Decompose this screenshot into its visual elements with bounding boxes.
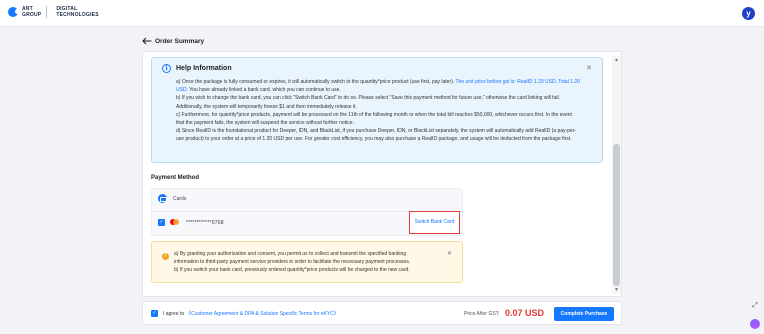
agreement-row: ✓ I agree to 《Customer Agreement & DPA &… [151,310,339,317]
help-title: Help Information [176,65,232,72]
logo-text-ant-group: ANT GROUP [22,6,42,18]
card-checkbox[interactable]: ✓ [158,219,165,226]
warning-icon: ! [162,253,169,260]
logo-text-digital-technologies: DIGITAL TECHNOLOGIES [56,6,99,18]
complete-purchase-button[interactable]: Complete Purchase [554,307,614,321]
agree-checkbox[interactable]: ✓ [151,310,158,317]
help-paragraph-a: a) Once the package is fully consumed or… [176,79,580,94]
page-title: Order Summary [155,37,205,45]
unit-price-link[interactable]: The unit price before gst is: [456,79,516,85]
cards-label: Cards [173,195,187,202]
customer-agreement-link[interactable]: 《Customer Agreement & DPA & Solution Spe… [186,310,339,317]
scroll-down-icon[interactable]: ▼ [613,287,620,293]
mastercard-icon [170,219,180,226]
back-to-previous-link[interactable]: Order Summary [142,37,204,45]
warning-paragraph-b: b) If you switch your bank card, previou… [174,266,410,273]
expand-icon[interactable]: ⤢ [750,301,760,311]
price-after-gst-label: Price After GST: [464,311,500,317]
help-body: a) Once the package is fully consumed or… [176,78,581,144]
close-icon[interactable]: ✕ [586,64,592,72]
authorization-warning-box: ! ✕ a) By granting your authorization an… [151,241,463,283]
top-navigation-bar: ANT GROUP DIGITAL TECHNOLOGIES y [0,0,764,27]
close-icon[interactable]: ✕ [447,250,452,257]
saved-card-item[interactable]: ✓ ************0768 [158,219,224,226]
warning-body: a) By granting your authorization and co… [174,251,429,274]
warning-paragraph-a: a) By granting your authorization and co… [174,251,411,265]
agree-label: I agree to [163,310,185,317]
logo-divider [46,6,48,18]
switch-bank-card-button[interactable]: Switch Bank Card [409,211,460,234]
scroll-up-icon[interactable]: ▲ [613,57,620,63]
total-price: 0.07 USD [505,308,545,318]
scroll-thumb[interactable] [613,144,620,286]
payment-method-title: Payment Method [151,175,200,181]
ant-group-logo[interactable]: ANT GROUP DIGITAL TECHNOLOGIES [8,6,99,18]
assistant-icon[interactable] [750,319,760,329]
purchase-footer-bar: ✓ I agree to 《Customer Agreement & DPA &… [142,301,622,325]
help-paragraph-d: d) Since RealID is the foundational prod… [176,128,577,143]
realid-price-link[interactable]: RealID 1.20 USD, [517,79,557,85]
help-paragraph-b: b) If you wish to change the bank card, … [176,95,560,110]
arrow-left-icon[interactable] [142,37,152,45]
help-paragraph-c: c) Furthermore, for quantity*price produ… [176,111,572,127]
info-icon: i [162,64,171,73]
help-information-box: i Help Information ✕ a) Once the package… [151,57,603,163]
user-avatar[interactable]: y [742,7,755,20]
masked-card-number: ************0768 [186,219,224,226]
scrollbar[interactable]: ▲ ▼ [612,56,621,294]
credit-card-icon [158,194,167,203]
ant-logo-mark-icon [8,7,20,17]
cards-header: Cards [158,194,186,203]
